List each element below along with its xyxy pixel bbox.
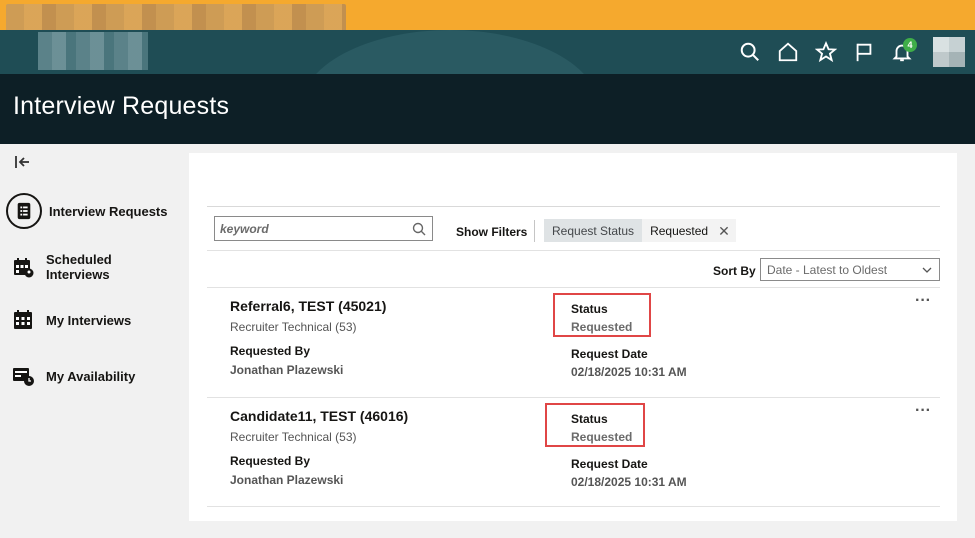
candidate-name[interactable]: Referral6, TEST (45021) [230, 298, 386, 314]
sidebar-item-my-availability[interactable]: My Availability [0, 340, 185, 412]
show-filters-button[interactable]: Show Filters [456, 225, 527, 239]
sidebar-item-interview-requests[interactable]: Interview Requests [0, 188, 185, 234]
title-bar: Interview Requests [0, 74, 975, 144]
candidate-role: Recruiter Technical (53) [230, 320, 357, 334]
more-actions-icon[interactable]: ··· [915, 293, 931, 309]
request-date-label: Request Date [571, 347, 648, 361]
search-icon[interactable] [411, 221, 427, 237]
status-value: Requested [571, 430, 633, 444]
bell-icon[interactable]: 4 [883, 30, 921, 74]
sort-select-value: Date - Latest to Oldest [767, 262, 888, 277]
status-value: Requested [571, 320, 633, 334]
sidebar-item-label: Scheduled Interviews [46, 252, 112, 282]
sidebar-item-my-interviews[interactable]: My Interviews [0, 300, 185, 340]
checklist-icon [6, 193, 42, 229]
collapse-sidebar-icon[interactable] [13, 153, 31, 171]
sidebar-item-label: My Availability [46, 368, 136, 384]
candidate-role: Recruiter Technical (53) [230, 430, 357, 444]
top-banner [0, 0, 975, 34]
requested-by-value: Jonathan Plazewski [230, 363, 344, 377]
star-icon[interactable] [807, 30, 845, 74]
divider [534, 220, 535, 242]
calendar-group-icon [11, 255, 35, 279]
requested-by-label: Requested By [230, 454, 311, 468]
more-actions-icon[interactable]: ··· [915, 403, 931, 419]
logo[interactable] [38, 32, 148, 70]
home-icon[interactable] [769, 30, 807, 74]
sidebar-item-scheduled-interviews[interactable]: Scheduled Interviews [0, 234, 185, 300]
request-date-value: 02/18/2025 10:31 AM [571, 475, 687, 489]
search-field[interactable] [214, 216, 433, 241]
requested-by-value: Jonathan Plazewski [230, 473, 344, 487]
list-item[interactable]: Candidate11, TEST (46016) Recruiter Tech… [207, 397, 940, 507]
request-date-value: 02/18/2025 10:31 AM [571, 365, 687, 379]
header-decoration [300, 30, 600, 74]
request-date-label: Request Date [571, 457, 648, 471]
status-label: Status [571, 412, 608, 426]
close-icon[interactable]: ✕ [718, 224, 730, 238]
filter-chip-request-status: Request Status Requested ✕ [544, 219, 736, 242]
sidebar-item-label: My Interviews [46, 312, 132, 328]
filter-chip-value-text: Requested [650, 223, 709, 238]
sort-select[interactable]: Date - Latest to Oldest [760, 258, 940, 281]
sidebar-nav: Interview Requests Scheduled Interviews … [0, 188, 185, 412]
flag-icon[interactable] [845, 30, 883, 74]
search-icon[interactable] [731, 30, 769, 74]
page-title: Interview Requests [13, 92, 230, 120]
chevron-down-icon [922, 267, 932, 273]
list-item[interactable]: Referral6, TEST (45021) Recruiter Techni… [207, 288, 940, 397]
filter-chip-key: Request Status [544, 219, 643, 242]
candidate-name[interactable]: Candidate11, TEST (46016) [230, 408, 408, 424]
status-label: Status [571, 302, 608, 316]
sort-label: Sort By [713, 264, 756, 278]
filter-chip-value: Requested ✕ [642, 219, 736, 242]
calendar-icon [11, 308, 35, 332]
app-header: 4 [0, 30, 975, 74]
sidebar-item-label: Interview Requests [49, 203, 168, 219]
notification-badge: 4 [903, 38, 917, 52]
divider [207, 206, 940, 207]
interview-requests-panel: Show Filters Request Status Requested ✕ … [189, 153, 957, 521]
avatar[interactable] [933, 37, 965, 67]
header-actions: 4 [731, 30, 965, 74]
search-input[interactable] [215, 217, 411, 240]
divider [207, 250, 940, 251]
requested-by-label: Requested By [230, 344, 311, 358]
availability-icon [11, 364, 35, 388]
